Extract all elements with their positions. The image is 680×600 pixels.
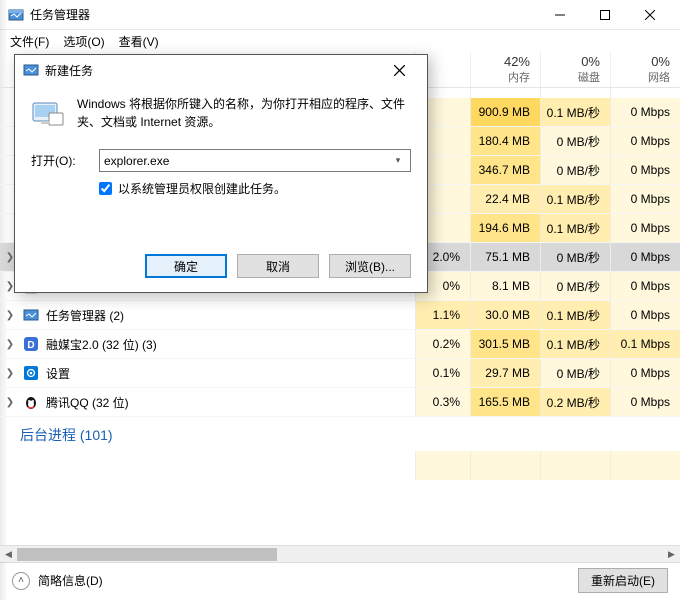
cpu-cell: 0.2% — [415, 330, 470, 358]
cancel-button[interactable]: 取消 — [237, 254, 319, 278]
disk-cell: 0 MB/秒 — [540, 243, 610, 271]
process-name: 设置 — [46, 365, 70, 382]
table-row[interactable]: ❯ 设置 0.1%29.7 MB0 MB/秒0 Mbps — [0, 359, 680, 388]
window-title: 任务管理器 — [30, 6, 537, 23]
run-icon — [31, 95, 65, 129]
cpu-cell: 0.1% — [415, 359, 470, 387]
ok-button[interactable]: 确定 — [145, 254, 227, 278]
app-blue-icon: D — [22, 336, 40, 352]
table-row[interactable]: ❯ 任务管理器 (2) 1.1%30.0 MB0.1 MB/秒0 Mbps — [0, 301, 680, 330]
app-icon — [8, 7, 24, 23]
disk-cell: 0.1 MB/秒 — [540, 301, 610, 329]
menu-bar: 文件(F) 选项(O) 查看(V) — [0, 30, 680, 52]
window-titlebar: 任务管理器 — [0, 0, 680, 30]
net-cell: 0 Mbps — [610, 359, 680, 387]
mem-cell: 29.7 MB — [470, 359, 540, 387]
qq-icon — [22, 394, 40, 410]
table-row[interactable]: ❯ 腾讯QQ (32 位) 0.3%165.5 MB0.2 MB/秒0 Mbps — [0, 388, 680, 417]
close-button[interactable] — [627, 0, 672, 30]
browse-button[interactable]: 浏览(B)... — [329, 254, 411, 278]
mem-cell: 30.0 MB — [470, 301, 540, 329]
process-name: 融媒宝2.0 (32 位) (3) — [46, 336, 157, 353]
cpu-cell: 0.3% — [415, 388, 470, 416]
net-cell: 0 Mbps — [610, 243, 680, 271]
minimize-button[interactable] — [537, 0, 582, 30]
gear-icon — [22, 365, 40, 381]
open-input[interactable] — [104, 154, 390, 168]
col-network[interactable]: 0% 网络 — [610, 52, 680, 87]
dialog-icon — [23, 62, 39, 78]
menu-view[interactable]: 查看(V) — [119, 33, 159, 50]
col-disk[interactable]: 0% 磁盘 — [540, 52, 610, 87]
menu-file[interactable]: 文件(F) — [10, 33, 49, 50]
mem-cell: 165.5 MB — [470, 388, 540, 416]
process-name: 腾讯QQ (32 位) — [46, 394, 129, 411]
chevron-down-icon[interactable]: ▾ — [390, 155, 406, 166]
col-memory[interactable]: 42% 内存 — [470, 52, 540, 87]
disk-cell: 0 MB/秒 — [540, 359, 610, 387]
expand-icon[interactable]: ❯ — [0, 310, 20, 321]
menu-options[interactable]: 选项(O) — [63, 33, 104, 50]
disk-cell: 0 MB/秒 — [540, 272, 610, 300]
mem-cell: 75.1 MB — [470, 243, 540, 271]
run-dialog: 新建任务 Windows 将根据你所键入的名称，为你打开相应的程序、文件夹、文档… — [14, 54, 428, 293]
net-cell: 0 Mbps — [610, 388, 680, 416]
open-label: 打开(O): — [31, 152, 89, 169]
scroll-right-icon[interactable]: ▶ — [663, 546, 680, 563]
scroll-thumb[interactable] — [17, 548, 277, 561]
net-cell: 0.1 Mbps — [610, 330, 680, 358]
expand-icon[interactable]: ❯ — [0, 339, 20, 350]
cpu-cell: 1.1% — [415, 301, 470, 329]
net-cell: 0 Mbps — [610, 301, 680, 329]
admin-checkbox[interactable] — [99, 182, 112, 195]
admin-checkbox-label: 以系统管理员权限创建此任务。 — [118, 180, 286, 197]
restart-button[interactable]: 重新启动(E) — [578, 568, 668, 593]
taskmgr-icon — [22, 307, 40, 323]
section-background-processes: 后台进程 (101) — [0, 417, 680, 451]
expand-icon[interactable]: ❯ — [0, 368, 20, 379]
horizontal-scrollbar[interactable]: ◀ ▶ — [0, 545, 680, 562]
dialog-close-button[interactable] — [379, 56, 419, 84]
mem-cell: 8.1 MB — [470, 272, 540, 300]
disk-cell: 0.2 MB/秒 — [540, 388, 610, 416]
footer-bar: ˄ 简略信息(D) 重新启动(E) — [0, 562, 680, 598]
mem-cell: 301.5 MB — [470, 330, 540, 358]
expand-icon[interactable]: ❯ — [0, 397, 20, 408]
open-combobox[interactable]: ▾ — [99, 149, 411, 172]
chevron-up-icon[interactable]: ˄ — [12, 572, 30, 590]
dialog-title: 新建任务 — [45, 62, 379, 79]
net-cell: 0 Mbps — [610, 272, 680, 300]
svg-text:D: D — [27, 340, 34, 351]
table-row[interactable]: ❯ D 融媒宝2.0 (32 位) (3) 0.2%301.5 MB0.1 MB/秒0… — [0, 330, 680, 359]
fewer-details-link[interactable]: 简略信息(D) — [38, 572, 103, 589]
disk-cell: 0.1 MB/秒 — [540, 330, 610, 358]
dialog-description: Windows 将根据你所键入的名称，为你打开相应的程序、文件夹、文档或 Int… — [77, 95, 411, 131]
maximize-button[interactable] — [582, 0, 627, 30]
scroll-left-icon[interactable]: ◀ — [0, 546, 17, 563]
process-name: 任务管理器 (2) — [46, 307, 124, 324]
